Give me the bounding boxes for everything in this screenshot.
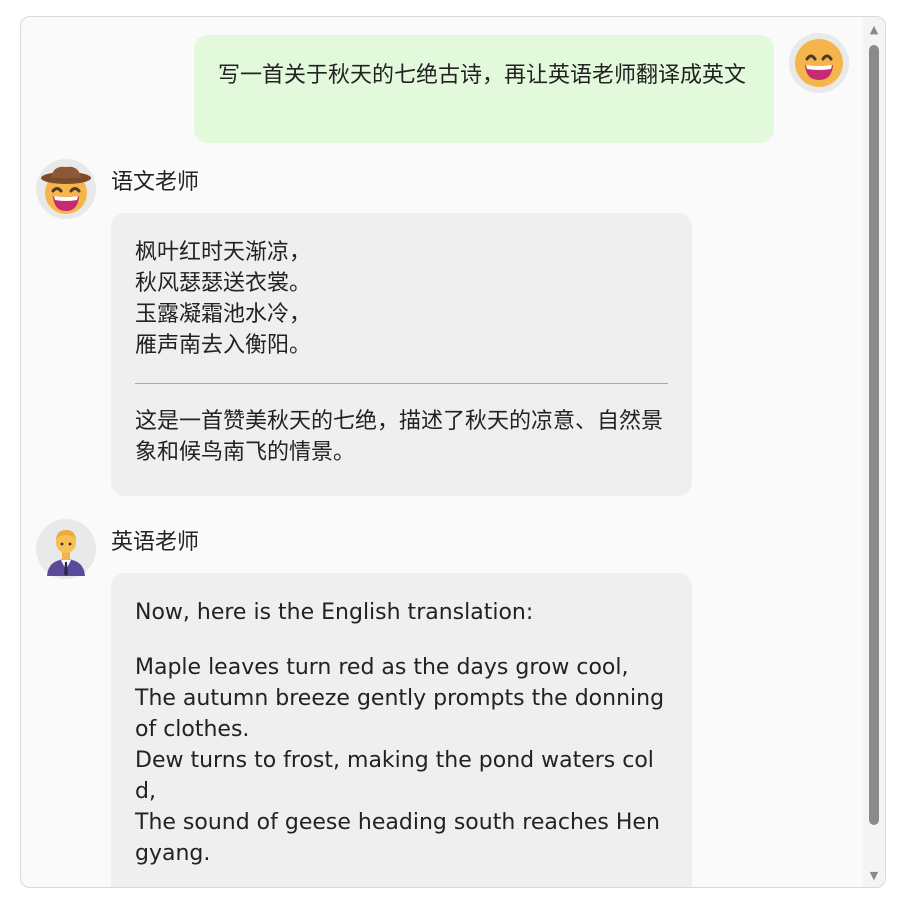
user-avatar (789, 33, 849, 93)
cowboy-face-icon (41, 166, 91, 214)
english-teacher-name: 英语老师 (111, 530, 200, 555)
user-message-bubble: 写一首关于秋天的七绝古诗，再让英语老师翻译成英文 (194, 35, 774, 143)
message-list[interactable]: 写一首关于秋天的七绝古诗，再让英语老师翻译成英文 语文老师 枫叶红时天渐凉， 秋… (21, 17, 863, 887)
translation-line: Dew turns to frost, making the pond wate… (135, 748, 654, 804)
translation-line: The sound of geese heading south reaches… (135, 810, 660, 866)
scroll-down-icon[interactable]: ▼ (863, 865, 885, 885)
poem-line: 枫叶红时天渐凉， (135, 240, 312, 265)
poem-line: 秋风瑟瑟送衣裳。 (135, 271, 312, 296)
poem-line: 玉露凝霜池水冷， (135, 302, 312, 327)
divider (135, 383, 668, 384)
chat-window: 写一首关于秋天的七绝古诗，再让英语老师翻译成英文 语文老师 枫叶红时天渐凉， 秋… (20, 16, 886, 888)
grinning-face-icon (795, 39, 843, 87)
chinese-teacher-bubble: 枫叶红时天渐凉， 秋风瑟瑟送衣裳。 玉露凝霜池水冷， 雁声南去入衡阳。 这是一首… (111, 213, 692, 496)
chinese-teacher-name: 语文老师 (111, 170, 200, 195)
teacher-person-icon (47, 530, 85, 576)
english-teacher-avatar (36, 519, 96, 579)
user-message-text: 写一首关于秋天的七绝古诗，再让英语老师翻译成英文 (218, 63, 747, 88)
translation-line: The autumn breeze gently prompts the don… (135, 686, 665, 742)
poem-explanation: 这是一首赞美秋天的七绝，描述了秋天的凉意、自然景象和候鸟南飞的情景。 (135, 409, 664, 465)
poem-line: 雁声南去入衡阳。 (135, 333, 312, 358)
scroll-thumb[interactable] (869, 45, 879, 825)
english-teacher-bubble: Now, here is the English translation: Ma… (111, 573, 692, 887)
scroll-up-icon[interactable]: ▲ (863, 19, 885, 39)
translation-intro: Now, here is the English translation: (135, 600, 534, 625)
translation-line: Maple leaves turn red as the days grow c… (135, 655, 629, 680)
vertical-scrollbar[interactable]: ▲ ▼ (863, 17, 885, 887)
chinese-teacher-avatar (36, 159, 96, 219)
